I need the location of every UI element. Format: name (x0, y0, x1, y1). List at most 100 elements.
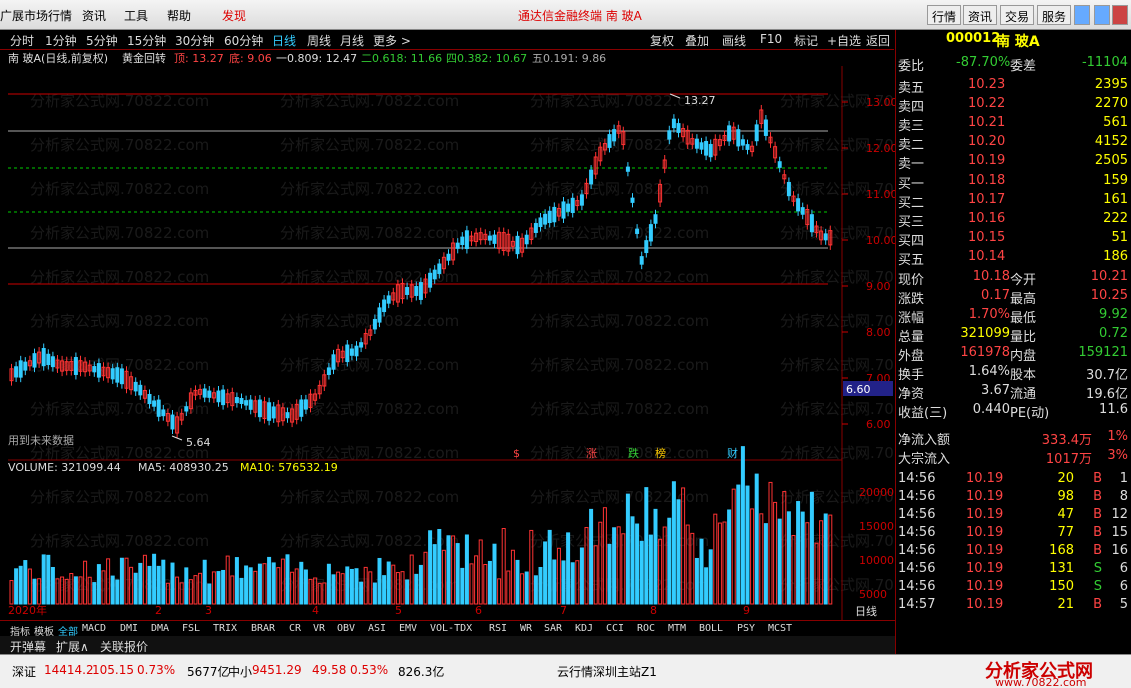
indicator-tab-sar[interactable]: SAR (544, 623, 562, 634)
indicator-tab-emv[interactable]: EMV (399, 623, 417, 634)
indicator-tab-fsl[interactable]: FSL (182, 623, 200, 634)
indicator-tab-rsi[interactable]: RSI (489, 623, 507, 634)
quote-row[interactable]: 现价 10.18 今开 10.21 (896, 268, 1131, 288)
quote-row[interactable]: 换手 1.64% 股本 30.7亿 (896, 363, 1131, 383)
tick-row[interactable]: 14:56 10.19 77 B 15 (896, 524, 1131, 542)
top-value: 顶: 13.27 (174, 52, 224, 65)
bid-row[interactable]: 买三 10.16 222 (896, 210, 1131, 230)
ask-row[interactable]: 卖五 10.23 2395 (896, 76, 1131, 96)
quote-row[interactable]: 净资 3.67 流通 19.6亿 (896, 382, 1131, 402)
period-tab-more[interactable]: 更多 > (373, 32, 411, 49)
period-tab[interactable]: 15分钟 (127, 32, 166, 49)
danmaku-button[interactable]: 开弹幕 (10, 638, 46, 655)
event-rank[interactable]: 榜 (655, 446, 666, 460)
tick-row[interactable]: 14:56 10.19 47 B 12 (896, 506, 1131, 524)
menu-tools[interactable]: 工具 (124, 7, 148, 24)
bid-row[interactable]: 买一 10.18 159 (896, 172, 1131, 192)
event-rise[interactable]: 涨 (586, 447, 597, 460)
quote-row[interactable]: 总量 321099 量比 0.72 (896, 325, 1131, 345)
period-tab[interactable]: 分时 (10, 32, 34, 49)
tick-volume: 98 (1057, 489, 1074, 504)
menu-help[interactable]: 帮助 (167, 7, 191, 24)
tick-row[interactable]: 14:56 10.19 98 B 8 (896, 488, 1131, 506)
indicator-tab-dma[interactable]: DMA (151, 623, 169, 634)
draw-button[interactable]: 画线 (722, 32, 746, 49)
indicator-tab-mtm[interactable]: MTM (668, 623, 686, 634)
market-button[interactable]: 行情 (927, 5, 962, 25)
period-tab[interactable]: 周线 (307, 32, 331, 49)
indicator-tab-macd[interactable]: MACD (82, 623, 106, 634)
candle-body (152, 400, 157, 407)
ask-row[interactable]: 卖三 10.21 561 (896, 114, 1131, 134)
tick-row[interactable]: 14:56 10.19 20 B 1 (896, 470, 1131, 488)
menu-market[interactable]: 广展市场行情 (0, 7, 72, 24)
adjust-button[interactable]: 复权 (650, 32, 674, 49)
tick-row[interactable]: 14:56 10.19 131 S 6 (896, 560, 1131, 578)
indicator-tab-asi[interactable]: ASI (368, 623, 386, 634)
indicator-tab-kdj[interactable]: KDJ (575, 623, 593, 634)
candle-body (543, 213, 548, 225)
event-dollar[interactable]: $ (513, 447, 520, 460)
indicator-tab-mcst[interactable]: MCST (768, 623, 792, 634)
ask-row[interactable]: 卖二 10.20 4152 (896, 133, 1131, 153)
candle-body (561, 201, 566, 219)
service-button[interactable]: 服务 (1037, 5, 1072, 25)
flow-row[interactable]: 净流入额 333.4万 1% (896, 428, 1131, 448)
flow-row[interactable]: 大宗流入 1017万 3% (896, 447, 1131, 467)
back-button[interactable]: 返回 (866, 32, 890, 49)
quote-row[interactable]: 涨跌 0.17 最高 10.25 (896, 287, 1131, 307)
indicator-tab-vol-tdx[interactable]: VOL-TDX (430, 623, 472, 634)
overlay-button[interactable]: 叠加 (685, 32, 709, 49)
indicator-tab-psy[interactable]: PSY (737, 623, 755, 634)
minimize-icon[interactable] (1074, 5, 1090, 25)
event-finance[interactable]: 财 (727, 446, 738, 460)
indicator-tab-trix[interactable]: TRIX (213, 623, 237, 634)
indicator-tab-roc[interactable]: ROC (637, 623, 655, 634)
indicator-tab-boll[interactable]: BOLL (699, 623, 723, 634)
add-watchlist-button[interactable]: +自选 (827, 32, 861, 49)
trade-button[interactable]: 交易 (1000, 5, 1035, 25)
menu-news[interactable]: 资讯 (82, 7, 106, 24)
restore-icon[interactable] (1094, 5, 1110, 25)
period-tab[interactable]: 30分钟 (175, 32, 214, 49)
period-tab[interactable]: 5分钟 (86, 32, 118, 49)
close-icon[interactable] (1112, 5, 1128, 25)
menu-discover[interactable]: 发现 (222, 7, 246, 24)
indicator-tab-cr[interactable]: CR (289, 623, 301, 634)
ask-row[interactable]: 卖四 10.22 2270 (896, 95, 1131, 115)
server-name[interactable]: 云行情深圳主站Z1 (557, 663, 657, 680)
bid-row[interactable]: 买五 10.14 186 (896, 248, 1131, 268)
f10-button[interactable]: F10 (760, 32, 782, 46)
stock-header[interactable]: 000012 南 玻A (896, 30, 1131, 50)
indicator-tab-brar[interactable]: BRAR (251, 623, 275, 634)
kline-chart[interactable]: 分析家公式网.70822.com 分析家公式网.70822.com 分析家公式网.7… (0, 66, 895, 620)
weibi-row[interactable]: 委比 -87.70% 委差 -11104 (896, 54, 1131, 74)
ask-row[interactable]: 卖一 10.19 2505 (896, 152, 1131, 172)
tick-row[interactable]: 14:56 10.19 150 S 6 (896, 578, 1131, 596)
indicator-tab-wr[interactable]: WR (520, 623, 532, 634)
indicator-tab-obv[interactable]: OBV (337, 623, 355, 634)
event-fall[interactable]: 跌 (628, 446, 639, 460)
bid-row[interactable]: 买二 10.17 161 (896, 191, 1131, 211)
period-tab-daily[interactable]: 日线 (272, 32, 296, 49)
period-tab[interactable]: 60分钟 (224, 32, 263, 49)
mark-button[interactable]: 标记 (794, 32, 818, 49)
expand-button[interactable]: 扩展∧ (56, 638, 89, 655)
period-tab[interactable]: 1分钟 (45, 32, 77, 49)
quote-row[interactable]: 涨幅 1.70% 最低 9.92 (896, 306, 1131, 326)
quote-row[interactable]: 收益(三) 0.440 PE(动) 11.6 (896, 401, 1131, 421)
period-tab[interactable]: 月线 (340, 32, 364, 49)
candle-body (786, 181, 791, 197)
related-quote-button[interactable]: 关联报价 (100, 638, 148, 655)
tick-row[interactable]: 14:56 10.19 168 B 16 (896, 542, 1131, 560)
indicator-tab-dmi[interactable]: DMI (120, 623, 138, 634)
indicator-tab-cci[interactable]: CCI (606, 623, 624, 634)
volume-bar (612, 527, 617, 605)
bid-row[interactable]: 买四 10.15 51 (896, 229, 1131, 249)
watermark-text: 分析家公式网.70822.com (530, 180, 709, 198)
tick-row[interactable]: 14:57 10.19 21 B 5 (896, 596, 1131, 614)
volume-bar (244, 565, 249, 605)
quote-row[interactable]: 外盘 161978 内盘 159121 (896, 344, 1131, 364)
news-button[interactable]: 资讯 (963, 5, 998, 25)
indicator-tab-vr[interactable]: VR (313, 623, 325, 634)
